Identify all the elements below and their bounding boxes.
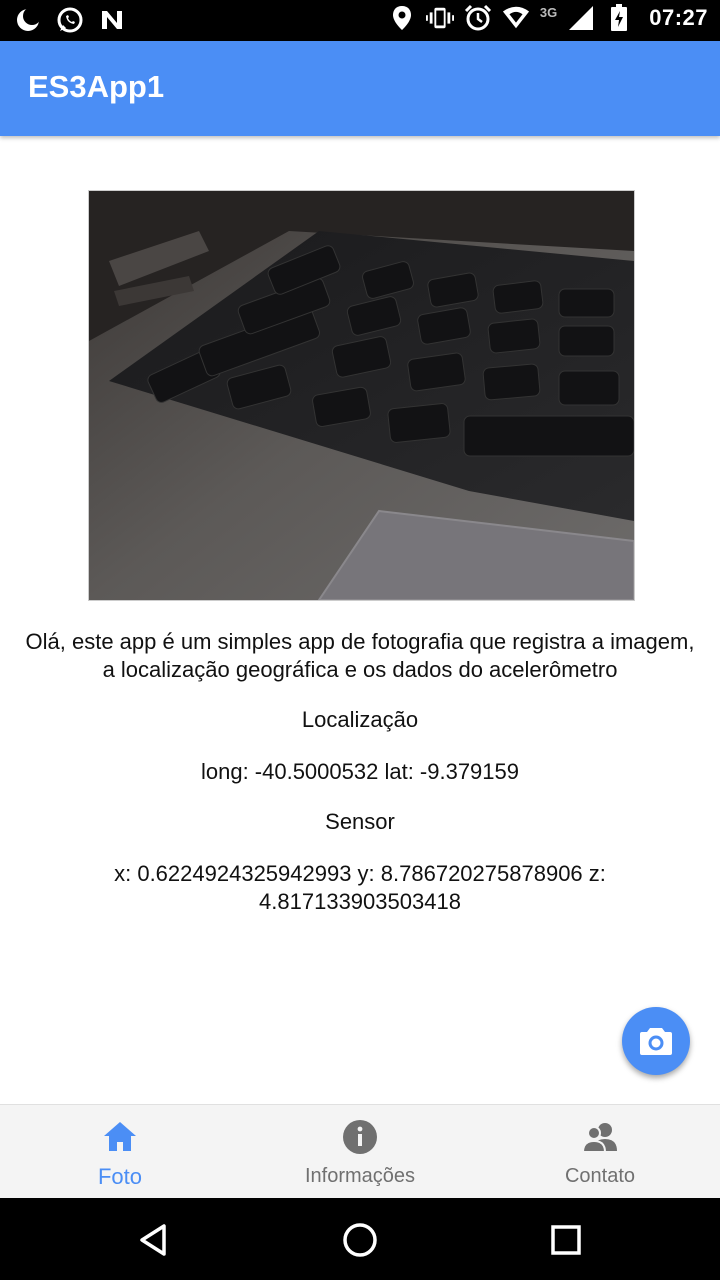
tab-contato[interactable]: Contato [480, 1105, 720, 1199]
home-circle-icon [343, 1223, 377, 1257]
info-icon [343, 1120, 377, 1154]
location-icon [388, 4, 416, 32]
location-title: Localização [301, 707, 419, 732]
recents-button[interactable] [544, 1218, 588, 1262]
status-bar: 3G 07:27 [0, 0, 720, 41]
camera-icon [640, 1028, 672, 1055]
laptop-keyboard-photo [89, 191, 634, 600]
clock: 07:27 [649, 5, 708, 30]
captured-photo [88, 190, 635, 601]
intro-text: Olá, este app é um simples app de fotogr… [25, 629, 695, 682]
tab-label-foto: Foto [97, 1164, 143, 1189]
home-icon [104, 1122, 136, 1151]
tab-foto[interactable]: Foto [0, 1105, 240, 1199]
wifi-icon [502, 4, 530, 32]
vibrate-icon [425, 4, 454, 32]
back-button[interactable] [132, 1218, 176, 1262]
tab-informacoes[interactable]: Informações [240, 1105, 480, 1199]
moon-icon [14, 6, 42, 34]
sensor-title: Sensor [325, 809, 395, 834]
system-navigation-bar [0, 1198, 720, 1280]
home-nav-button[interactable] [338, 1218, 382, 1262]
network-type: 3G [539, 4, 558, 20]
whatsapp-icon [56, 6, 84, 34]
take-photo-button[interactable] [622, 1007, 690, 1075]
recents-icon [551, 1225, 581, 1255]
tab-label-informacoes: Informações [304, 1165, 416, 1187]
tab-label-contato: Contato [564, 1165, 636, 1187]
n-app-icon [98, 6, 126, 34]
bottom-navigation: Foto Informações Contato [0, 1104, 720, 1199]
alarm-icon [464, 4, 492, 32]
app-bar: ES3App1 [0, 41, 720, 136]
contacts-icon [582, 1123, 617, 1153]
back-icon [140, 1224, 166, 1256]
sensor-value: x: 0.6224924325942993 y: 8.7867202758789… [114, 861, 606, 914]
signal-icon [567, 4, 595, 32]
app-title: ES3App1 [28, 69, 165, 104]
location-value: long: -40.5000532 lat: -9.379159 [200, 759, 520, 784]
battery-icon [605, 4, 633, 32]
